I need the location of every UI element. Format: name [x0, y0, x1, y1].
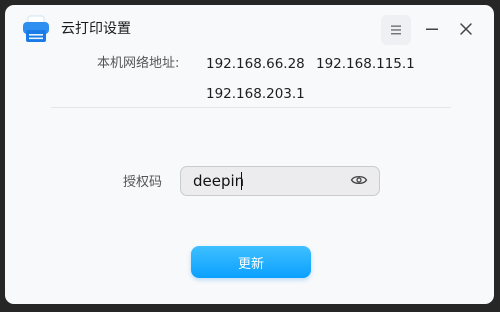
- network-address: 192.168.203.1: [206, 86, 305, 102]
- show-password-button[interactable]: [349, 172, 369, 190]
- minimize-button[interactable]: [417, 15, 447, 45]
- menu-icon: [390, 21, 402, 40]
- close-icon: [459, 21, 473, 40]
- window-title: 云打印设置: [61, 21, 131, 37]
- menu-button[interactable]: [381, 15, 411, 45]
- auth-code-label: 授权码: [123, 175, 163, 190]
- printer-icon: [21, 14, 51, 44]
- cloud-print-settings-window: 云打印设置 本机网络地址: 192.168.66.28 192.168.115.…: [5, 5, 494, 304]
- auth-code-value[interactable]: deepin: [193, 171, 244, 191]
- eye-icon: [350, 172, 368, 191]
- network-address-label: 本机网络地址:: [97, 56, 180, 71]
- close-button[interactable]: [451, 15, 481, 45]
- update-button[interactable]: 更新: [191, 246, 311, 278]
- network-address: 192.168.66.28: [206, 56, 305, 72]
- divider: [51, 107, 451, 108]
- titlebar: 云打印设置: [5, 5, 494, 53]
- auth-code-input[interactable]: deepin: [180, 166, 380, 196]
- text-caret: [241, 172, 242, 190]
- network-address: 192.168.115.1: [316, 56, 415, 72]
- minimize-icon: [425, 21, 439, 40]
